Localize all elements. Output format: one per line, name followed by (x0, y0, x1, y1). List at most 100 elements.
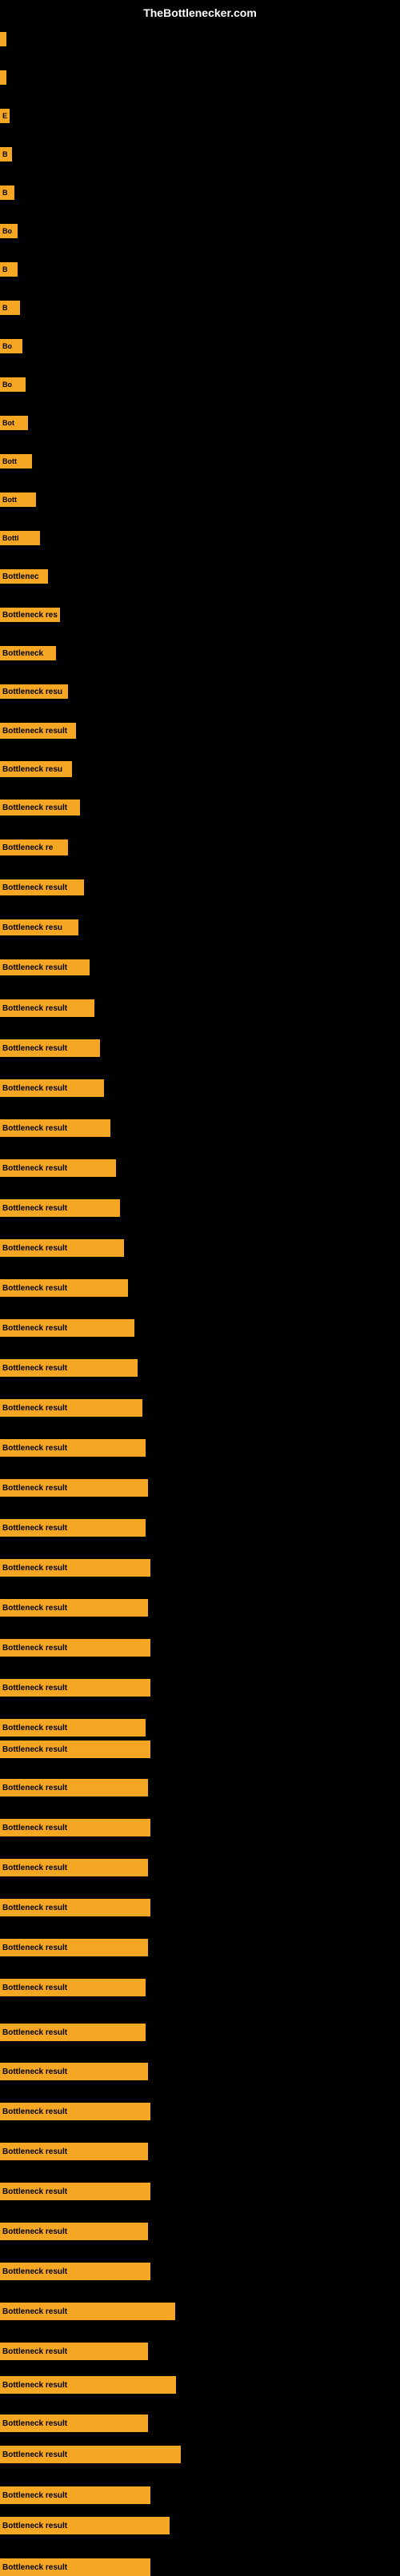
bar-item: Bottleneck result (0, 1639, 150, 1657)
bottleneck-bar: Bottleneck result (0, 1819, 150, 1836)
bar-item: Bottleneck res (0, 608, 60, 622)
bottleneck-bar: Bottleneck result (0, 2343, 148, 2360)
bottleneck-bar: Bottleneck result (0, 2415, 148, 2432)
bottleneck-bar: Bottleneck result (0, 2486, 150, 2504)
bottleneck-bar: Bottleneck result (0, 2446, 181, 2463)
bar-item: Bottleneck result (0, 2183, 150, 2200)
bottleneck-bar: Bottleneck (0, 646, 56, 660)
bar-item: Bo (0, 224, 18, 238)
bottleneck-bar: Bottleneck result (0, 1559, 150, 1577)
bar-item: Bottleneck result (0, 1979, 146, 1996)
bottleneck-bar: E (0, 109, 10, 123)
bottleneck-bar: Bottleneck result (0, 2183, 150, 2200)
bottleneck-bar: Bott (0, 492, 36, 507)
bar-item: B (0, 185, 14, 200)
bar-item: Bottleneck result (0, 2343, 148, 2360)
bar-item: E (0, 109, 10, 123)
bottleneck-bar: Bottleneck result (0, 1479, 148, 1497)
bar-item: Bottleneck result (0, 2446, 181, 2463)
bar-item: Bottleneck result (0, 2223, 148, 2240)
bottleneck-bar: Bottleneck result (0, 800, 80, 815)
bar-item: Bottleneck result (0, 1319, 134, 1337)
bottleneck-bar: Bottleneck resu (0, 761, 72, 777)
bar-item: Bottleneck result (0, 2517, 170, 2534)
bar-item: Bottleneck result (0, 1719, 146, 1737)
bottleneck-bar: Bottleneck result (0, 1279, 128, 1297)
bar-item: Bottleneck result (0, 999, 94, 1017)
bar-item: Bottleneck result (0, 1359, 138, 1377)
bar-item: Bottleneck result (0, 723, 76, 739)
bar-item: Bottleneck result (0, 1899, 150, 1916)
bar-item: Bot (0, 416, 28, 430)
bottleneck-bar: Bottleneck res (0, 608, 60, 622)
bar-item: Bottleneck result (0, 2558, 150, 2576)
bottleneck-bar: Bottleneck result (0, 1399, 142, 1417)
bar-item: Bottleneck resu (0, 684, 68, 699)
bottleneck-bar: Bottleneck result (0, 959, 90, 975)
bottleneck-bar: Bottleneck result (0, 1319, 134, 1337)
bar-item: B (0, 301, 20, 315)
bottleneck-bar: Bott (0, 454, 32, 469)
bottleneck-bar: Bottleneck result (0, 1599, 148, 1617)
bar-item: Bottleneck result (0, 1939, 148, 1956)
bottleneck-bar: B (0, 301, 20, 315)
bar-item: Bottleneck resu (0, 919, 78, 935)
bar-item: Bottleneck result (0, 1399, 142, 1417)
bottleneck-bar: Bottleneck result (0, 2517, 170, 2534)
bar-item: Bott (0, 454, 32, 469)
bottleneck-bar: Bottleneck result (0, 1939, 148, 1956)
bottleneck-bar: Bottleneck result (0, 2143, 148, 2160)
bar-item: Bottleneck result (0, 1279, 128, 1297)
bar-item: Bottleneck (0, 646, 56, 660)
bottleneck-bar: Bottleneck result (0, 1741, 150, 1758)
bottleneck-bar: Bottleneck result (0, 1439, 146, 1457)
bar-item: Bottleneck result (0, 2103, 150, 2120)
bottleneck-bar: Bottleneck result (0, 1119, 110, 1137)
bottleneck-bar: Bottleneck result (0, 1779, 148, 1796)
bar-item: B (0, 147, 12, 161)
bottleneck-bar: Bottleneck result (0, 1239, 124, 1257)
bar-item: Bo (0, 377, 26, 392)
bar-item (0, 32, 6, 46)
bar-item (0, 70, 6, 85)
bottleneck-bar: Bottleneck result (0, 999, 94, 1017)
bar-item: Bottleneck result (0, 2415, 148, 2432)
bottleneck-bar: Bottleneck result (0, 723, 76, 739)
bar-item: Bottleneck result (0, 2263, 150, 2280)
bar-item: Bottleneck result (0, 1859, 148, 1876)
bar-item: Bottleneck result (0, 1039, 100, 1057)
bar-item: Bottleneck result (0, 959, 90, 975)
bottleneck-bar: Bottleneck result (0, 2263, 150, 2280)
bar-item: Bottleneck result (0, 1079, 104, 1097)
bottleneck-bar: Bottleneck result (0, 1159, 116, 1177)
bottleneck-bar: Bottleneck result (0, 2103, 150, 2120)
bar-item: Bottl (0, 531, 40, 545)
bottleneck-bar (0, 32, 6, 46)
bar-item: Bottleneck result (0, 1159, 116, 1177)
bottleneck-bar: Bottleneck result (0, 1899, 150, 1916)
bar-item: Bottleneck result (0, 2024, 146, 2041)
bottleneck-bar: Bottleneck result (0, 2376, 176, 2394)
bottleneck-bar: Bo (0, 224, 18, 238)
bottleneck-bar: Bottleneck result (0, 1979, 146, 1996)
bottleneck-bar: Bottleneck result (0, 1199, 120, 1217)
bar-item: Bo (0, 339, 22, 353)
bar-item: Bottleneck result (0, 2063, 148, 2080)
bar-item: Bottleneck result (0, 2143, 148, 2160)
bottleneck-bar: Bottleneck result (0, 1359, 138, 1377)
bottleneck-bar: Bottleneck result (0, 1519, 146, 1537)
bottleneck-bar: Bottleneck re (0, 839, 68, 855)
bar-item: Bottleneck re (0, 839, 68, 855)
bottleneck-bar: Bottleneck result (0, 879, 84, 895)
bottleneck-bar: Bo (0, 339, 22, 353)
bottleneck-bar: Bottleneck result (0, 2558, 150, 2576)
bar-item: Bottleneck result (0, 1199, 120, 1217)
bottleneck-bar: B (0, 185, 14, 200)
bottleneck-bar: Bot (0, 416, 28, 430)
bar-item: Bottleneck result (0, 2376, 176, 2394)
bar-item: Bottleneck result (0, 1679, 150, 1697)
bottleneck-bar: Bottleneck result (0, 2223, 148, 2240)
bottleneck-bar: Bo (0, 377, 26, 392)
bottleneck-bar: Bottleneck resu (0, 919, 78, 935)
bar-item: Bottleneck result (0, 2303, 175, 2320)
